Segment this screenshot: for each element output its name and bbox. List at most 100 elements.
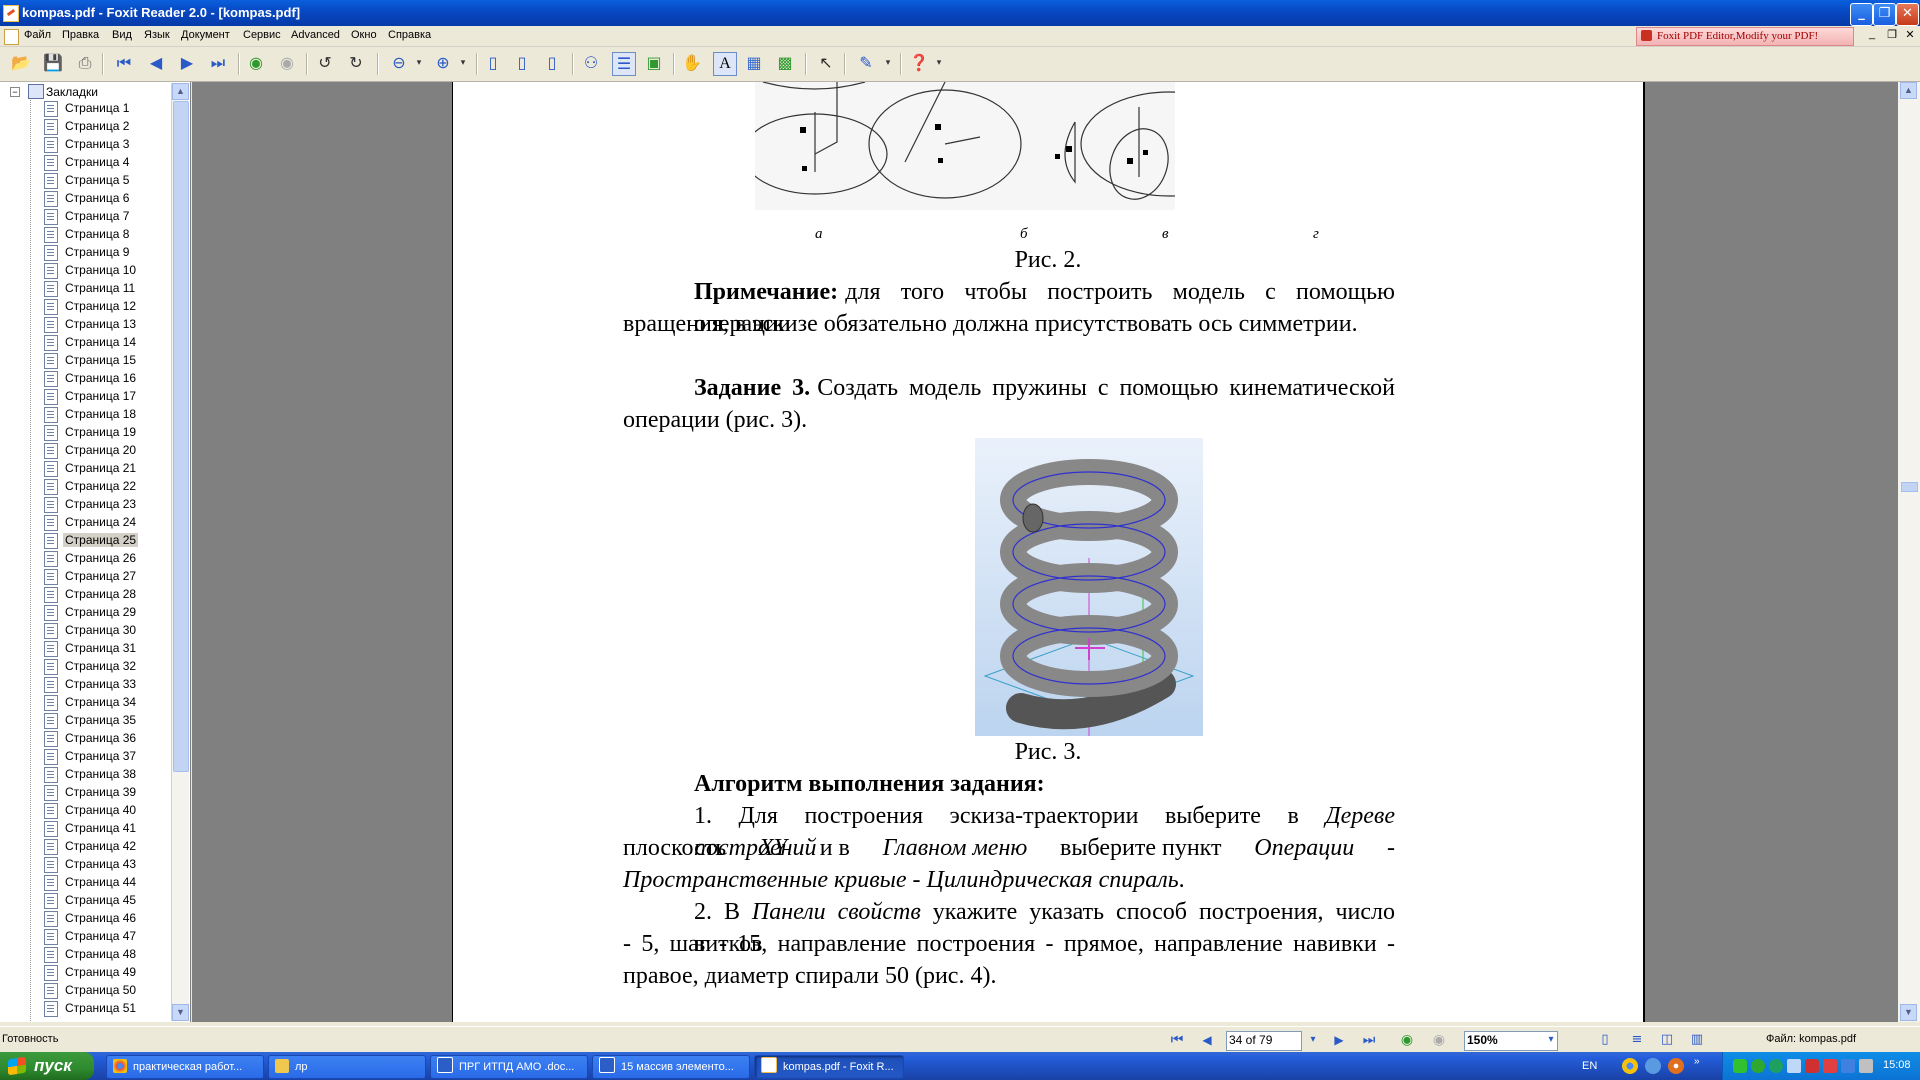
sidebar-item-page-47[interactable]: Страница 47 xyxy=(44,928,190,945)
sidebar-item-page-19[interactable]: Страница 19 xyxy=(44,424,190,441)
menu-view[interactable]: Вид xyxy=(112,29,132,41)
sidebar-item-page-26[interactable]: Страница 26 xyxy=(44,550,190,567)
menu-help[interactable]: Справка xyxy=(388,29,431,41)
clock[interactable]: 15:08 xyxy=(1883,1059,1911,1071)
sidebar-item-page-43[interactable]: Страница 43 xyxy=(44,856,190,873)
tray-volume-icon[interactable] xyxy=(1859,1059,1873,1073)
forward-icon[interactable]: ◉ xyxy=(1428,1029,1450,1051)
sidebar-item-page-45[interactable]: Страница 45 xyxy=(44,892,190,909)
fit-width-icon[interactable]: ▯ xyxy=(541,52,563,74)
last-page-icon[interactable]: ⏭ xyxy=(207,52,229,74)
doc-restore-button[interactable]: ❐ xyxy=(1884,28,1900,43)
language-indicator[interactable]: EN xyxy=(1582,1060,1597,1072)
sidebar-item-page-23[interactable]: Страница 23 xyxy=(44,496,190,513)
menu-document[interactable]: Документ xyxy=(181,29,230,41)
sidebar-item-page-16[interactable]: Страница 16 xyxy=(44,370,190,387)
sidebar-item-page-18[interactable]: Страница 18 xyxy=(44,406,190,423)
sidebar-item-page-38[interactable]: Страница 38 xyxy=(44,766,190,783)
taskbar-item-folder[interactable]: лр xyxy=(268,1055,426,1079)
tray-skype-icon[interactable] xyxy=(1751,1059,1765,1073)
sidebar-item-page-3[interactable]: Страница 3 xyxy=(44,136,190,153)
sidebar-item-page-12[interactable]: Страница 12 xyxy=(44,298,190,315)
chrome-quicklaunch-icon[interactable] xyxy=(1622,1058,1638,1074)
pdf-page[interactable]: а б в г Рис. 2. Примечание: для того чтоб… xyxy=(452,82,1645,1022)
sidebar-item-page-28[interactable]: Страница 28 xyxy=(44,586,190,603)
back-icon[interactable]: ◉ xyxy=(1396,1029,1418,1051)
print-icon[interactable]: ⎙ xyxy=(74,52,96,74)
zoom-out-icon[interactable]: ⊖ xyxy=(388,52,410,74)
sidebar-scrollbar[interactable]: ▲ ▼ xyxy=(171,83,189,1021)
scroll-down-icon[interactable]: ▼ xyxy=(1900,1004,1917,1021)
foxit-editor-ad[interactable]: Foxit PDF Editor,Modify your PDF! xyxy=(1636,27,1854,46)
browser-quicklaunch-icon[interactable] xyxy=(1645,1058,1661,1074)
chevron-down-icon[interactable]: ▾ xyxy=(877,52,899,74)
text-select-icon[interactable]: A xyxy=(713,52,737,76)
sidebar-item-page-32[interactable]: Страница 32 xyxy=(44,658,190,675)
open-folder-icon[interactable]: 📂 xyxy=(10,52,32,74)
chevron-down-icon[interactable]: ▾ xyxy=(1302,1029,1324,1051)
hand-tool-icon[interactable]: ✋ xyxy=(681,52,703,74)
tray-monitor-icon[interactable] xyxy=(1841,1059,1855,1073)
sidebar-item-page-49[interactable]: Страница 49 xyxy=(44,964,190,981)
prev-page-icon[interactable]: ◀ xyxy=(1196,1029,1218,1051)
sidebar-item-page-1[interactable]: Страница 1 xyxy=(44,100,190,117)
sidebar-item-page-10[interactable]: Страница 10 xyxy=(44,262,190,279)
select-arrow-icon[interactable]: ↖ xyxy=(815,52,837,74)
menu-window[interactable]: Окно xyxy=(351,29,377,41)
sidebar-item-page-36[interactable]: Страница 36 xyxy=(44,730,190,747)
scroll-up-icon[interactable]: ▲ xyxy=(172,83,189,100)
zoom-in-icon[interactable]: ⊕ xyxy=(432,52,454,74)
tray-alert-icon[interactable] xyxy=(1823,1059,1837,1073)
menu-language[interactable]: Язык xyxy=(144,29,170,41)
single-page-icon[interactable]: ▯ xyxy=(1594,1029,1616,1051)
first-page-icon[interactable]: ⏮ xyxy=(113,52,135,74)
chevron-down-icon[interactable]: ▾ xyxy=(928,52,950,74)
back-icon[interactable]: ◉ xyxy=(245,52,267,74)
sidebar-item-page-4[interactable]: Страница 4 xyxy=(44,154,190,171)
sidebar-item-page-35[interactable]: Страница 35 xyxy=(44,712,190,729)
sidebar-item-page-41[interactable]: Страница 41 xyxy=(44,820,190,837)
actual-size-icon[interactable]: ▯ xyxy=(482,52,504,74)
media-quicklaunch-icon[interactable] xyxy=(1668,1058,1684,1074)
sidebar-item-page-6[interactable]: Страница 6 xyxy=(44,190,190,207)
sidebar-item-page-29[interactable]: Страница 29 xyxy=(44,604,190,621)
close-button[interactable]: ✕ xyxy=(1896,3,1919,26)
prev-page-icon[interactable]: ◀ xyxy=(145,52,167,74)
minimize-button[interactable]: _ xyxy=(1850,3,1873,26)
tray-antivirus-icon[interactable] xyxy=(1805,1059,1819,1073)
page-number-field[interactable]: 34 of 79 xyxy=(1226,1031,1302,1051)
sidebar-item-page-11[interactable]: Страница 11 xyxy=(44,280,190,297)
taskbar-item-word-1[interactable]: ПРГ ИТПД АМО .doc... xyxy=(430,1055,588,1079)
next-page-icon[interactable]: ▶ xyxy=(1328,1029,1350,1051)
sidebar-item-page-42[interactable]: Страница 42 xyxy=(44,838,190,855)
rotate-right-icon[interactable]: ↻ xyxy=(345,52,367,74)
doc-minimize-button[interactable]: _ xyxy=(1864,28,1880,43)
snapshot-icon[interactable]: ▦ xyxy=(743,52,765,74)
last-page-icon[interactable]: ⏭ xyxy=(1358,1029,1380,1051)
chevron-down-icon[interactable]: ▾ xyxy=(1540,1029,1562,1051)
help-icon[interactable]: ❓ xyxy=(908,52,930,74)
sidebar-item-page-24[interactable]: Страница 24 xyxy=(44,514,190,531)
sidebar-item-page-15[interactable]: Страница 15 xyxy=(44,352,190,369)
sidebar-item-page-7[interactable]: Страница 7 xyxy=(44,208,190,225)
sidebar-item-page-40[interactable]: Страница 40 xyxy=(44,802,190,819)
sidebar-item-page-25[interactable]: Страница 25 xyxy=(44,532,190,549)
annotation-icon[interactable]: ✎ xyxy=(855,52,877,74)
taskbar-item-foxit[interactable]: kompas.pdf - Foxit R... xyxy=(754,1055,904,1079)
continuous-facing-icon[interactable]: ▥ xyxy=(1686,1029,1708,1051)
scroll-up-icon[interactable]: ▲ xyxy=(1900,82,1917,99)
maximize-button[interactable]: ❐ xyxy=(1873,3,1896,26)
tray-network-icon[interactable] xyxy=(1769,1059,1783,1073)
taskbar-item-word-2[interactable]: 15 массив элементо... xyxy=(592,1055,750,1079)
menu-edit[interactable]: Правка xyxy=(62,29,99,41)
forward-icon[interactable]: ◉ xyxy=(276,52,298,74)
sidebar-item-page-2[interactable]: Страница 2 xyxy=(44,118,190,135)
find-binoculars-icon[interactable]: ⚇ xyxy=(580,52,602,74)
scroll-thumb[interactable] xyxy=(1901,482,1918,492)
doc-close-button[interactable]: ✕ xyxy=(1902,28,1918,43)
sidebar-item-page-8[interactable]: Страница 8 xyxy=(44,226,190,243)
continuous-icon[interactable]: ≡ xyxy=(1626,1029,1648,1051)
menu-file[interactable]: Файл xyxy=(24,29,51,41)
first-page-icon[interactable]: ⏮ xyxy=(1166,1029,1188,1051)
sidebar-item-page-14[interactable]: Страница 14 xyxy=(44,334,190,351)
